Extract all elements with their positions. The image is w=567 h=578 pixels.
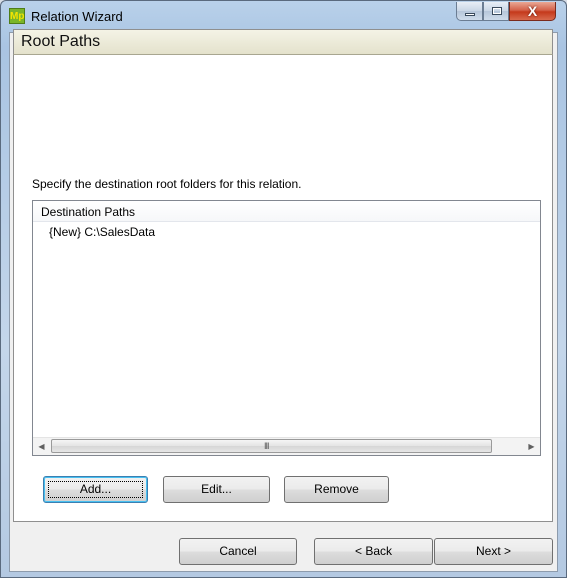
edit-button-label: Edit... — [201, 482, 232, 496]
minimize-icon — [465, 13, 475, 16]
remove-button-label: Remove — [314, 482, 359, 496]
relation-wizard-window: Mp Relation Wizard X Root Paths Specify … — [0, 0, 567, 578]
scroll-right-icon[interactable]: ▶ — [523, 438, 540, 455]
instruction-text: Specify the destination root folders for… — [32, 177, 302, 191]
back-button-label: < Back — [354, 544, 393, 558]
close-icon: X — [527, 3, 538, 19]
scrollbar-thumb[interactable]: III — [51, 439, 492, 453]
close-button[interactable]: X — [509, 2, 556, 21]
back-button[interactable]: < Back — [314, 538, 433, 565]
cancel-button-label: Cancel — [219, 544, 257, 558]
list-item-label: {New} C:\SalesData — [49, 225, 156, 239]
next-button-label: Next > — [475, 544, 511, 558]
destination-paths-list[interactable]: Destination Paths {New} C:\SalesData ◀ I… — [32, 200, 541, 456]
app-icon: Mp — [9, 8, 25, 24]
edit-button[interactable]: Edit... — [163, 476, 270, 503]
page-header: Root Paths — [13, 29, 553, 55]
scroll-left-icon[interactable]: ◀ — [33, 438, 50, 455]
add-button[interactable]: Add... — [43, 476, 148, 503]
scrollbar-grip-icon: III — [264, 441, 269, 451]
add-button-label: Add... — [79, 482, 112, 496]
page-title: Root Paths — [21, 33, 101, 50]
column-header-destination-paths[interactable]: Destination Paths — [33, 201, 540, 222]
remove-button[interactable]: Remove — [284, 476, 389, 503]
maximize-icon — [492, 7, 502, 15]
next-button[interactable]: Next > — [434, 538, 553, 565]
horizontal-scrollbar[interactable]: ◀ III ▶ — [33, 437, 540, 455]
cancel-button[interactable]: Cancel — [179, 538, 297, 565]
list-item[interactable]: {New} C:\SalesData — [33, 223, 540, 241]
column-header-label: Destination Paths — [41, 205, 136, 219]
window-title: Relation Wizard — [31, 9, 123, 24]
maximize-button[interactable] — [483, 2, 509, 21]
minimize-button[interactable] — [456, 2, 483, 21]
